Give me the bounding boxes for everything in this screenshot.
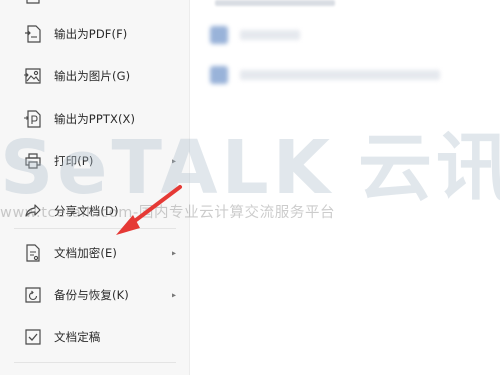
blurred-header [215, 0, 335, 6]
encrypt-doc-icon [22, 242, 44, 264]
menu-item-label: 输出为图片(G) [54, 69, 131, 83]
recent-files-panel [190, 0, 500, 375]
submenu-chevron-icon: ▸ [172, 248, 177, 258]
menu-item-label: 打印(P) [54, 154, 94, 168]
blurred-file-name [240, 30, 300, 40]
blurred-file-row [210, 22, 470, 50]
backup-restore-icon [22, 284, 44, 306]
menu-item-label: 分享文档(D) [54, 204, 119, 218]
menu-item-finalize-document[interactable]: 文档定稿 [0, 319, 189, 355]
share-icon [22, 200, 44, 222]
submenu-chevron-icon: ▸ [172, 290, 177, 300]
blurred-file-row [210, 62, 470, 90]
blurred-file-icon [210, 26, 228, 44]
menu-item-export-pptx[interactable]: 输出为PPTX(X) [0, 101, 189, 137]
menu-item-label: 备份与恢复(K) [54, 288, 129, 302]
submenu-chevron-icon: ▸ [172, 156, 177, 166]
menu-item-export-pdf[interactable]: 输出为PDF(F) [0, 16, 189, 52]
finalize-doc-icon [22, 326, 44, 348]
menu-separator [14, 228, 176, 229]
menu-item-encrypt-document[interactable]: 文档加密(E) ▸ [0, 235, 189, 271]
file-menu-panel: 输出为PDF(F) 输出为图片(G) 输出为PPTX(X) 打印(P) ▸ 分享… [0, 0, 190, 375]
pptx-icon [22, 108, 44, 130]
menu-item-label: 文档定稿 [54, 330, 101, 344]
pdf-icon [22, 23, 44, 45]
menu-item-print[interactable]: 打印(P) ▸ [0, 143, 189, 179]
menu-separator [14, 362, 176, 363]
blurred-file-name [240, 70, 440, 80]
image-icon [22, 65, 44, 87]
menu-item-export-image[interactable]: 输出为图片(G) [0, 58, 189, 94]
menu-item-label: 文档加密(E) [54, 246, 117, 260]
menu-item-backup-restore[interactable]: 备份与恢复(K) ▸ [0, 277, 189, 313]
blurred-file-icon [210, 66, 228, 84]
partial-menu-icon [26, 0, 40, 6]
menu-item-label: 输出为PPTX(X) [54, 112, 136, 126]
menu-item-label: 输出为PDF(F) [54, 27, 128, 41]
menu-item-share-document[interactable]: 分享文档(D) [0, 193, 189, 229]
printer-icon [22, 150, 44, 172]
